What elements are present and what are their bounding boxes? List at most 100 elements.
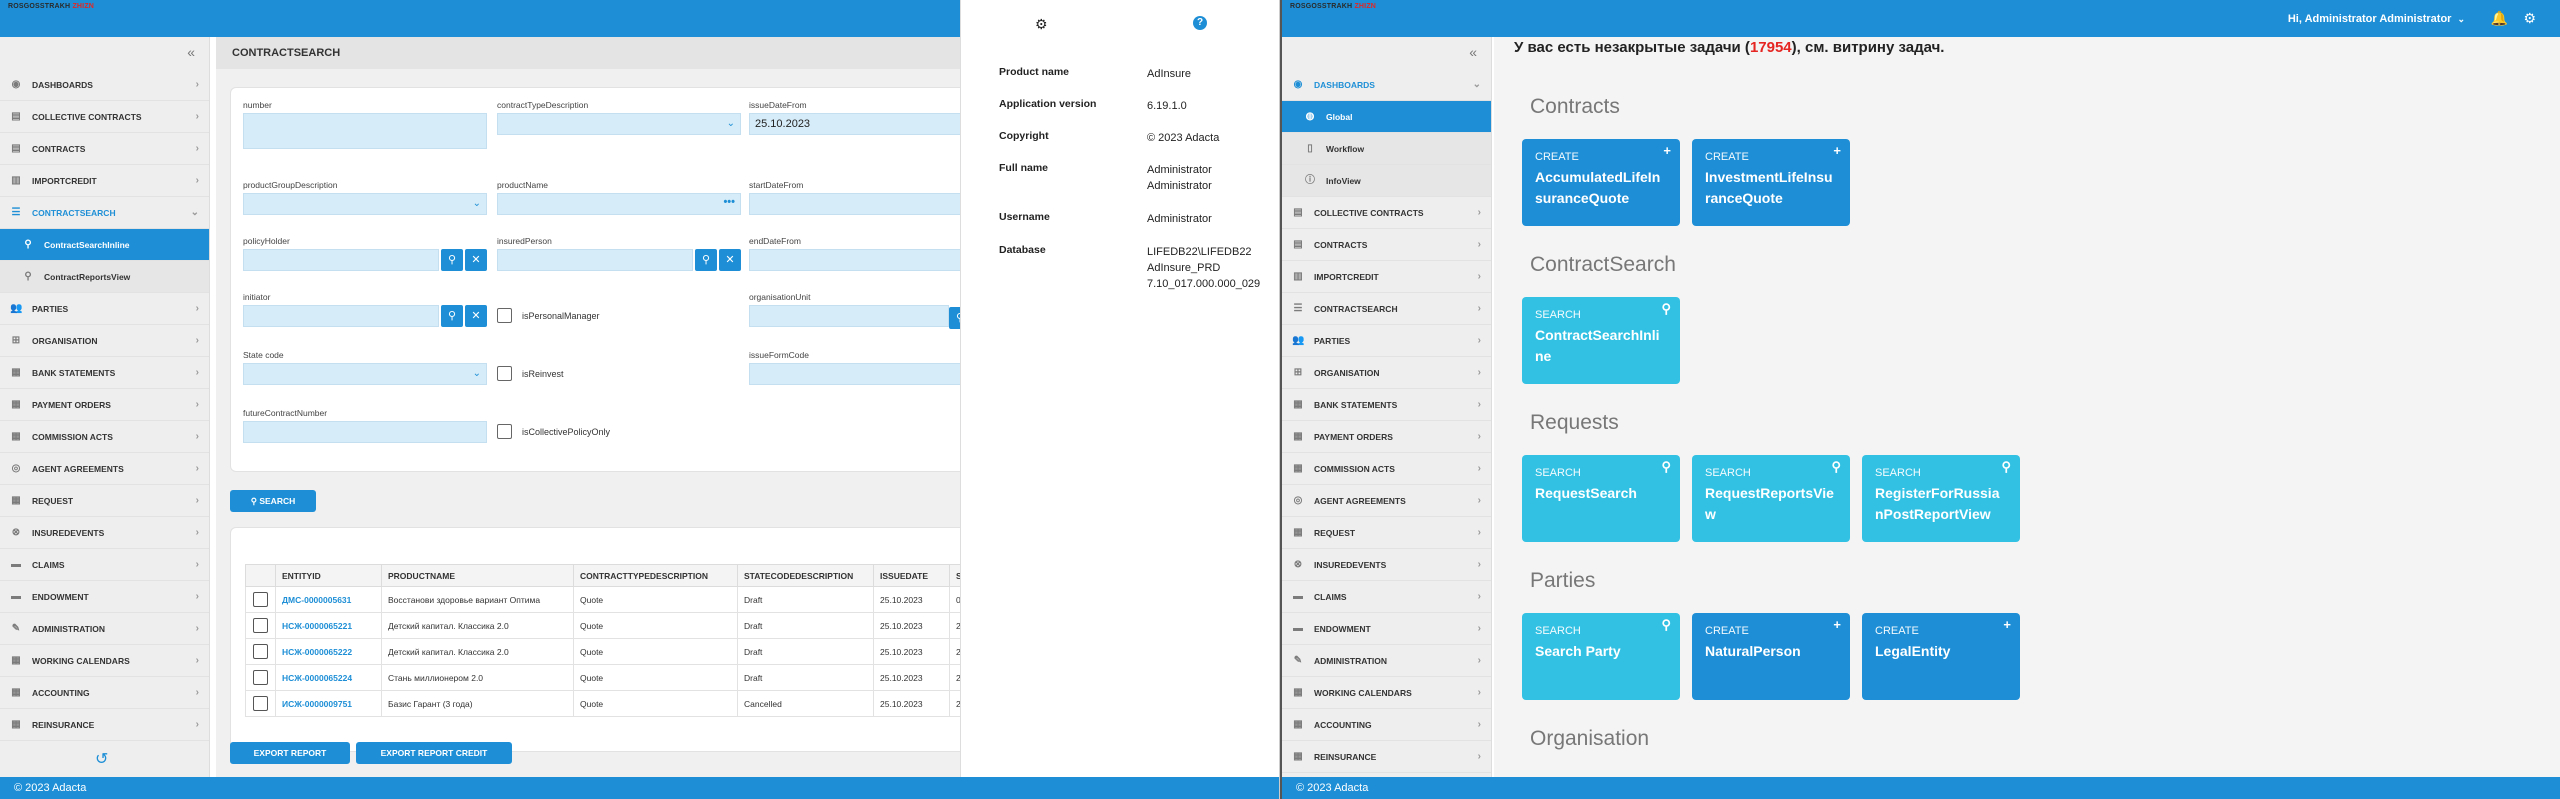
entity-id-link[interactable]: ИСЖ-0000009751 [275, 690, 382, 717]
sidebar-item-insuredevents[interactable]: ⊗ INSUREDEVENTS › [0, 517, 209, 549]
checkbox[interactable] [253, 670, 268, 685]
column-header[interactable]: ENTITYID [275, 564, 382, 587]
sidebar-item-dashboards[interactable]: ◉ DASHBOARDS › [0, 69, 209, 101]
is-personal-manager-checkbox[interactable]: isPersonalManager [497, 308, 600, 323]
sidebar-item-parties[interactable]: 👥 PARTIES › [1282, 325, 1491, 357]
checkbox[interactable] [497, 366, 512, 381]
tile-register-for-russian-post-report-view[interactable]: ⚲ SEARCH RegisterForRussianPostReportView [1862, 455, 2020, 542]
table-row[interactable]: НСЖ-0000065222 Детский капитал. Классика… [245, 638, 975, 665]
sidebar-item-agent-agreements[interactable]: ◎ AGENT AGREEMENTS › [1282, 485, 1491, 517]
tile-investment-life-insurance-quote[interactable]: + CREATE InvestmentLifeInsuranceQuote [1692, 139, 1850, 226]
checkbox[interactable] [253, 644, 268, 659]
row-select[interactable] [245, 586, 276, 613]
search-icon[interactable]: ⚲ [441, 249, 463, 271]
sidebar-item-working-calendars[interactable]: ▦ WORKING CALENDARS › [0, 645, 209, 677]
sidebar-item-contractsearchinline[interactable]: ⚲ ContractSearchInline [0, 229, 209, 261]
product-group-select[interactable]: ⌄ [243, 193, 487, 215]
row-select[interactable] [245, 664, 276, 691]
sidebar-item-claims[interactable]: ▬ CLAIMS › [0, 549, 209, 581]
sidebar-item-endowment[interactable]: ▬ ENDOWMENT › [1282, 613, 1491, 645]
sidebar-item-bank-statements[interactable]: ▦ BANK STATEMENTS › [0, 357, 209, 389]
table-row[interactable]: ИСЖ-0000009751 Базис Гарант (3 года) Quo… [245, 690, 975, 717]
checkbox[interactable] [253, 618, 268, 633]
tile-legal-entity[interactable]: + CREATE LegalEntity [1862, 613, 2020, 700]
export-report-button[interactable]: EXPORT REPORT [230, 742, 350, 764]
start-date-from-input[interactable] [749, 193, 979, 215]
is-collective-policy-only-checkbox[interactable]: isCollectivePolicyOnly [497, 424, 610, 439]
is-reinvest-checkbox[interactable]: isReinvest [497, 366, 564, 381]
issue-date-from-input[interactable]: 25.10.2023 [749, 113, 979, 135]
sidebar-item-collective-contracts[interactable]: ▤ COLLECTIVE CONTRACTS › [0, 101, 209, 133]
entity-id-link[interactable]: НСЖ-0000065224 [275, 664, 382, 691]
sidebar-item-reinsurance[interactable]: ▦ REINSURANCE › [0, 709, 209, 741]
bell-icon[interactable]: 🔔 [2491, 10, 2508, 27]
product-name-input[interactable]: ••• [497, 193, 741, 215]
sidebar-item-accounting[interactable]: ▦ ACCOUNTING › [0, 677, 209, 709]
checkbox[interactable] [497, 424, 512, 439]
sidebar-item-bank-statements[interactable]: ▦ BANK STATEMENTS › [1282, 389, 1491, 421]
search-icon[interactable]: ⚲ [695, 249, 717, 271]
checkbox[interactable] [253, 696, 268, 711]
end-date-from-input[interactable] [749, 249, 979, 271]
sidebar-item-contractsearch[interactable]: ☰ CONTRACTSEARCH › [1282, 293, 1491, 325]
sidebar-item-collective-contracts[interactable]: ▤ COLLECTIVE CONTRACTS › [1282, 197, 1491, 229]
initiator-input[interactable] [243, 305, 439, 327]
sidebar-item-organisation[interactable]: ⊞ ORGANISATION › [1282, 357, 1491, 389]
logo[interactable]: ROSGOSSTRAKH ZHIZN [1290, 3, 1376, 10]
history-icon[interactable]: ↺ [95, 749, 108, 769]
logo[interactable]: ROSGOSSTRAKH ZHIZN [8, 3, 94, 10]
collapse-sidebar-icon[interactable]: « [0, 37, 209, 69]
sidebar-item-insuredevents[interactable]: ⊗ INSUREDEVENTS › [1282, 549, 1491, 581]
sidebar-item-request[interactable]: ▦ REQUEST › [1282, 517, 1491, 549]
sidebar-item-working-calendars[interactable]: ▦ WORKING CALENDARS › [1282, 677, 1491, 709]
sidebar-item-importcredit[interactable]: ▥ IMPORTCREDIT › [0, 165, 209, 197]
sidebar-item-request[interactable]: ▦ REQUEST › [0, 485, 209, 517]
row-select[interactable] [245, 690, 276, 717]
tasks-message[interactable]: У вас есть незакрытые задачи (17954), см… [1514, 39, 1944, 56]
sidebar-item-endowment[interactable]: ▬ ENDOWMENT › [0, 581, 209, 613]
future-contract-number-input[interactable] [243, 421, 487, 443]
clear-icon[interactable]: ✕ [465, 249, 487, 271]
sidebar-item-accounting[interactable]: ▦ ACCOUNTING › [1282, 709, 1491, 741]
user-menu[interactable]: Hi, Administrator Administrator ⌄ [2288, 13, 2465, 25]
sidebar-item-organisation[interactable]: ⊞ ORGANISATION › [0, 325, 209, 357]
tile-contract-search-inline[interactable]: ⚲ SEARCH ContractSearchInline [1522, 297, 1680, 384]
checkbox[interactable] [253, 592, 268, 607]
entity-id-link[interactable]: ДМС-0000005631 [275, 586, 382, 613]
number-input[interactable] [243, 113, 487, 149]
row-select[interactable] [245, 638, 276, 665]
table-row[interactable]: НСЖ-0000065224 Стань миллионером 2.0 Quo… [245, 664, 975, 691]
search-icon[interactable]: ⚲ [441, 305, 463, 327]
sidebar-item-workflow[interactable]: ▯ Workflow [1282, 133, 1491, 165]
contract-type-select[interactable]: ⌄ [497, 113, 741, 135]
tile-request-reports-view[interactable]: ⚲ SEARCH RequestReportsView [1692, 455, 1850, 542]
sidebar-item-contracts[interactable]: ▤ CONTRACTS › [0, 133, 209, 165]
state-code-select[interactable]: ⌄ [243, 363, 487, 385]
export-report-credit-button[interactable]: EXPORT REPORT CREDIT [356, 742, 512, 764]
clear-icon[interactable]: ✕ [465, 305, 487, 327]
search-button[interactable]: ⚲ SEARCH [230, 490, 316, 512]
tile-search-party[interactable]: ⚲ SEARCH Search Party [1522, 613, 1680, 700]
column-header[interactable]: STATECODEDESCRIPTION [737, 564, 874, 587]
insured-person-input[interactable] [497, 249, 693, 271]
checkbox[interactable] [497, 308, 512, 323]
sidebar-item-global[interactable]: ◍ Global [1282, 101, 1491, 133]
more-icon[interactable]: ••• [723, 196, 735, 208]
sidebar-item-parties[interactable]: 👥 PARTIES › [0, 293, 209, 325]
gear-icon[interactable]: ⚙ [1035, 16, 1048, 33]
tile-accumulated-life-insurance-quote[interactable]: + CREATE AccumulatedLifeInsuranceQuote [1522, 139, 1680, 226]
entity-id-link[interactable]: НСЖ-0000065221 [275, 612, 382, 639]
sidebar-item-administration[interactable]: ✎ ADMINISTRATION › [0, 613, 209, 645]
sidebar-item-commission-acts[interactable]: ▦ COMMISSION ACTS › [1282, 453, 1491, 485]
policy-holder-input[interactable] [243, 249, 439, 271]
organisation-unit-input[interactable] [749, 305, 949, 327]
sidebar-item-claims[interactable]: ▬ CLAIMS › [1282, 581, 1491, 613]
help-icon[interactable]: ? [1193, 16, 1207, 30]
collapse-sidebar-icon[interactable]: « [1282, 37, 1491, 69]
sidebar-item-contractsearch[interactable]: ☰ CONTRACTSEARCH ⌄ [0, 197, 209, 229]
clear-icon[interactable]: ✕ [719, 249, 741, 271]
column-header[interactable]: CONTRACTTYPEDESCRIPTION [573, 564, 738, 587]
issue-form-code-input[interactable] [749, 363, 979, 385]
tile-request-search[interactable]: ⚲ SEARCH RequestSearch [1522, 455, 1680, 542]
sidebar-item-contracts[interactable]: ▤ CONTRACTS › [1282, 229, 1491, 261]
